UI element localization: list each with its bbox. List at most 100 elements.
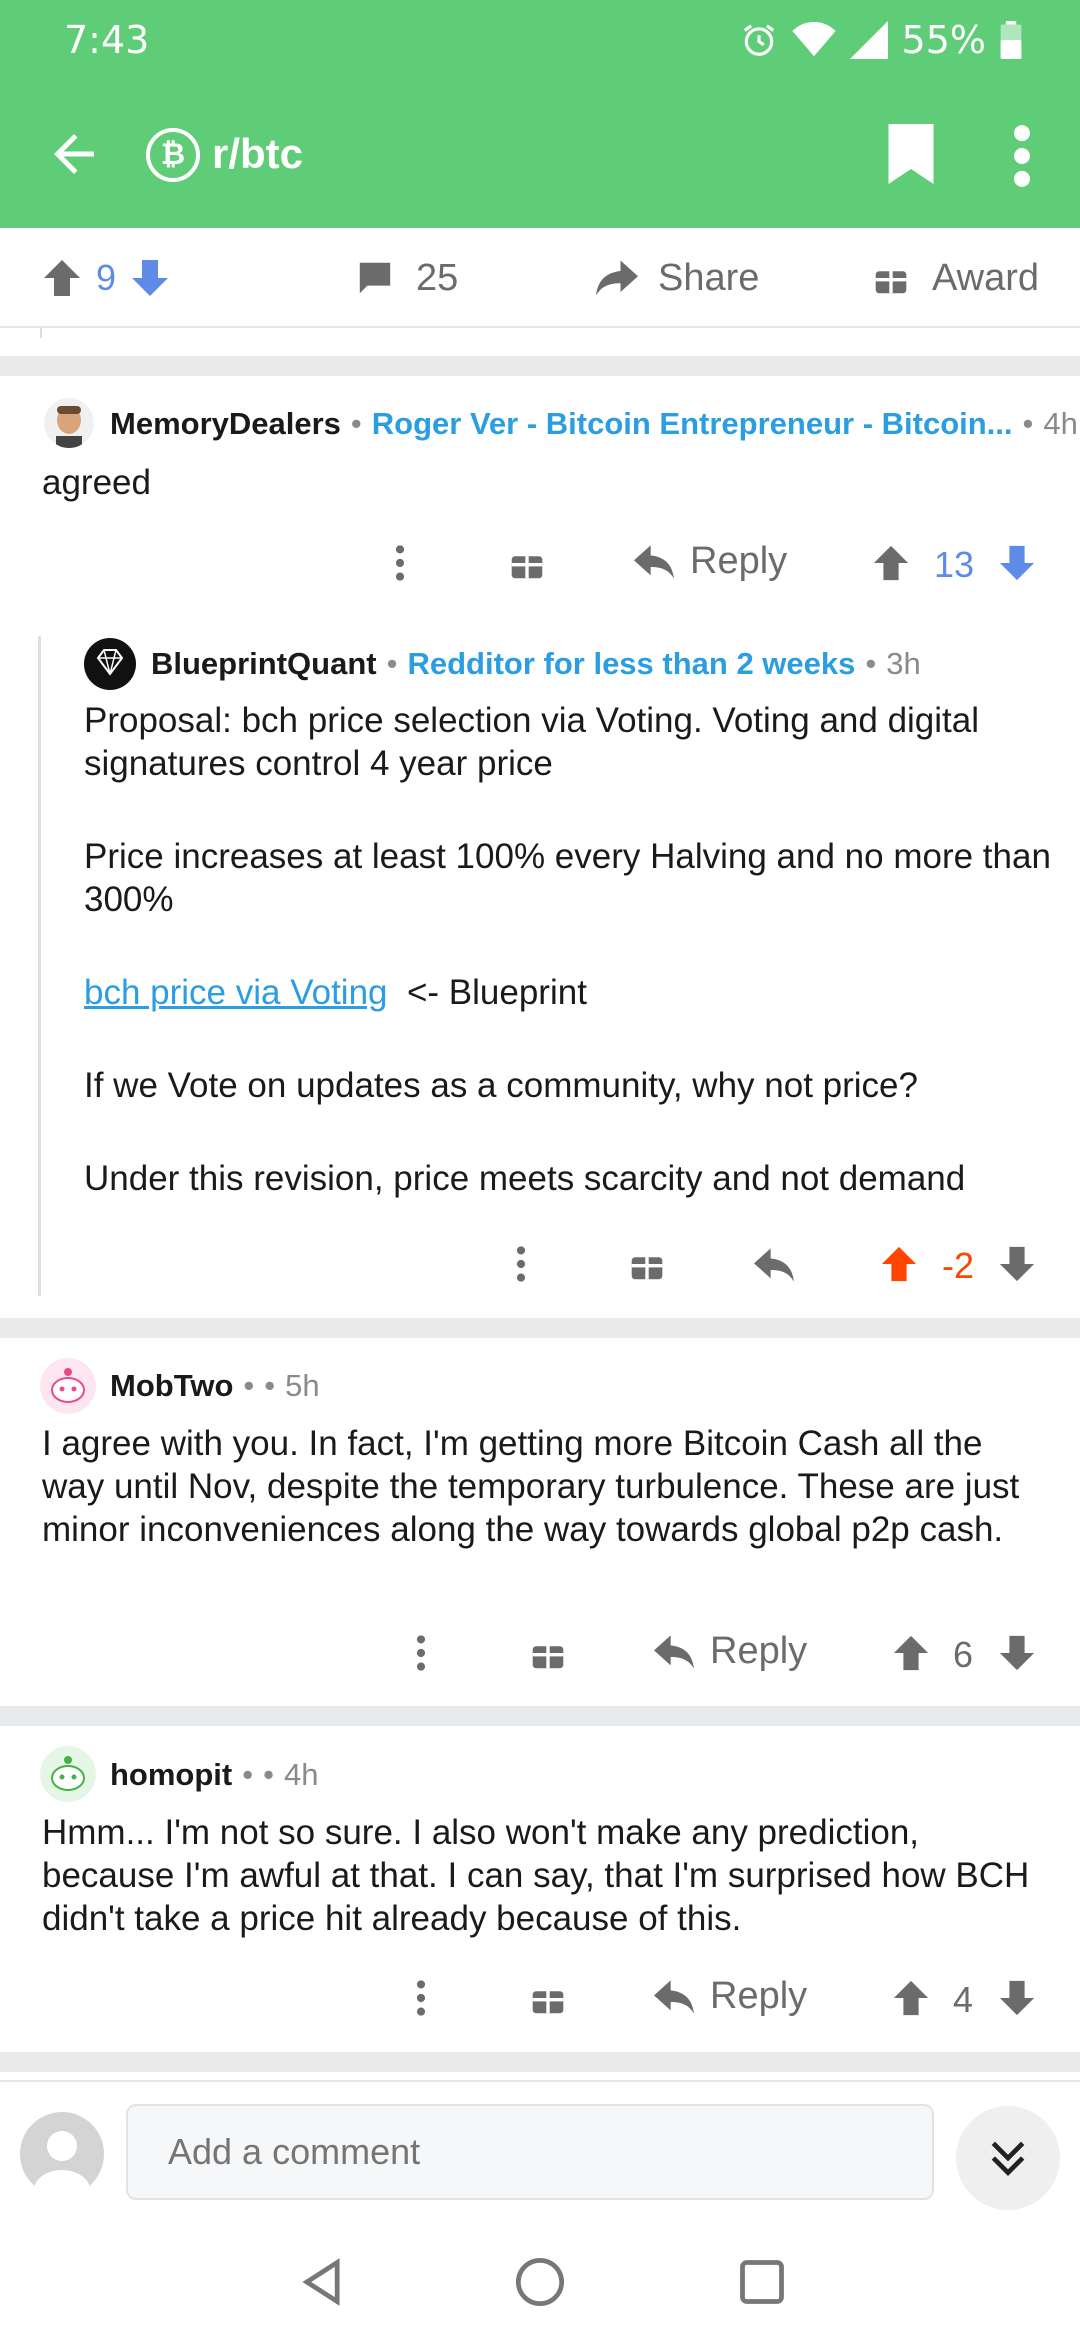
- status-time: 7:43: [64, 18, 150, 62]
- separator-dot: •: [386, 646, 398, 681]
- comment-paragraph: Under this revision, price meets scarcit…: [84, 1159, 966, 1198]
- reply-button[interactable]: Reply: [634, 540, 787, 583]
- divider: [0, 2052, 1080, 2072]
- gift-icon[interactable]: [510, 546, 544, 580]
- separator-dot: •: [1022, 406, 1034, 441]
- award-label: Award: [932, 256, 1040, 299]
- separator-dot: •: [263, 1757, 274, 1792]
- upvote-icon[interactable]: [892, 1634, 930, 1672]
- comment-score: 13: [933, 544, 975, 585]
- comments-count: 25: [416, 256, 459, 299]
- more-vertical-icon[interactable]: [412, 1634, 430, 1672]
- divider: [0, 1318, 1080, 1338]
- avatar[interactable]: [20, 2112, 104, 2196]
- snoo-avatar-icon: [40, 1746, 96, 1802]
- diamond-icon: [96, 649, 124, 676]
- comment-score: 4: [952, 1979, 974, 2020]
- nav-recents-icon[interactable]: [736, 2256, 788, 2308]
- user-flair: Redditor for less than 2 weeks: [407, 646, 856, 681]
- subreddit-name[interactable]: r/btc: [212, 130, 303, 178]
- gift-icon[interactable]: [630, 1247, 664, 1281]
- battery-percent: 55%: [901, 18, 986, 62]
- thread-line: [38, 636, 41, 1296]
- downvote-icon[interactable]: [998, 1979, 1036, 2017]
- comment-paragraph: Price increases at least 100% every Halv…: [84, 837, 1051, 919]
- gift-icon[interactable]: [531, 1981, 565, 2015]
- reply-icon: [654, 1634, 694, 1669]
- post-action-bar: 9 25 Share Award: [0, 228, 1080, 328]
- comment-bubble-icon: [359, 262, 391, 294]
- wifi-icon: [791, 22, 836, 57]
- comment-time: 4h: [1043, 406, 1078, 441]
- comment-author[interactable]: MemoryDealers: [110, 406, 341, 442]
- more-vertical-icon[interactable]: [1004, 124, 1040, 188]
- comments-count-button[interactable]: 25: [356, 228, 458, 328]
- comment-body: I agree with you. In fact, I'm getting m…: [42, 1424, 1020, 1549]
- comment-author[interactable]: MobTwo: [110, 1368, 233, 1404]
- comment-paragraph: If we Vote on updates as a community, wh…: [84, 1066, 918, 1105]
- comment-time: 5h: [285, 1368, 320, 1403]
- share-label: Share: [658, 256, 760, 299]
- post-score: 9: [96, 257, 117, 298]
- collapse-comments-button[interactable]: [956, 2106, 1060, 2210]
- reply-icon: [654, 1979, 694, 2014]
- link-suffix: <- Blueprint: [406, 973, 587, 1012]
- user-avatar-icon: [44, 398, 94, 448]
- upvote-icon[interactable]: [880, 1245, 918, 1283]
- reply-button[interactable]: Reply: [654, 1630, 807, 1673]
- comment-link[interactable]: bch price via Voting: [84, 973, 388, 1012]
- avatar[interactable]: [44, 398, 94, 448]
- award-button[interactable]: Award: [874, 228, 1039, 328]
- status-icons: 55%: [740, 18, 1022, 62]
- comment-meta: MobTwo • • 5h: [110, 1368, 320, 1404]
- share-icon: [596, 260, 638, 296]
- signal-icon: [849, 21, 888, 59]
- share-button[interactable]: Share: [596, 228, 759, 328]
- more-vertical-icon[interactable]: [512, 1245, 530, 1283]
- comment-input[interactable]: [126, 2104, 934, 2200]
- gift-icon[interactable]: [531, 1636, 565, 1670]
- back-arrow-icon[interactable]: [44, 124, 104, 184]
- avatar[interactable]: [84, 638, 136, 690]
- separator-dot: •: [865, 646, 877, 681]
- user-flair: Roger Ver - Bitcoin Entrepreneur - Bitco…: [371, 406, 1013, 441]
- downvote-icon[interactable]: [998, 1245, 1036, 1283]
- downvote-icon[interactable]: [998, 544, 1036, 582]
- comment-body: Hmm... I'm not so sure. I also won't mak…: [42, 1813, 1030, 1938]
- nav-back-icon[interactable]: [296, 2256, 348, 2308]
- avatar[interactable]: [40, 1358, 96, 1414]
- double-chevron-down-icon: [991, 2141, 1025, 2177]
- reply-label: Reply: [710, 1975, 808, 2017]
- comment-meta: MemoryDealers • Roger Ver - Bitcoin Entr…: [110, 406, 1078, 442]
- bookmark-icon[interactable]: [886, 124, 936, 184]
- more-vertical-icon[interactable]: [412, 1979, 430, 2017]
- comment-paragraph: Proposal: bch price selection via Voting…: [84, 701, 980, 783]
- comment-meta: BlueprintQuant • Redditor for less than …: [151, 646, 921, 682]
- more-vertical-icon[interactable]: [391, 544, 409, 582]
- reply-button[interactable]: Reply: [654, 1975, 807, 2018]
- comment-time: 3h: [886, 646, 921, 681]
- comment-composer: [0, 2080, 1080, 2220]
- upvote-icon[interactable]: [872, 544, 910, 582]
- comment-paragraph: bch price via Voting <- Blueprint: [84, 971, 1054, 1014]
- default-user-icon: [34, 2131, 90, 2196]
- upvote-icon[interactable]: [892, 1979, 930, 2017]
- comment-author[interactable]: BlueprintQuant: [151, 646, 377, 682]
- alarm-icon: [743, 24, 774, 56]
- upvote-icon[interactable]: [42, 258, 82, 298]
- nav-home-icon[interactable]: [514, 2256, 566, 2308]
- comment-author[interactable]: homopit: [110, 1757, 232, 1793]
- downvote-icon[interactable]: [998, 1634, 1036, 1672]
- reply-icon[interactable]: [754, 1248, 794, 1282]
- toolbar: ₿ r/btc: [0, 110, 1080, 200]
- reply-label: Reply: [710, 1630, 808, 1672]
- separator-dot: •: [264, 1368, 276, 1403]
- divider: [40, 328, 42, 338]
- gift-icon: [875, 264, 907, 294]
- separator-dot: •: [350, 406, 362, 441]
- downvote-icon[interactable]: [130, 258, 170, 298]
- separator-dot: •: [242, 1757, 254, 1792]
- subreddit-icon: ₿: [146, 128, 200, 182]
- avatar[interactable]: [40, 1746, 96, 1802]
- comment-time: 4h: [283, 1757, 319, 1792]
